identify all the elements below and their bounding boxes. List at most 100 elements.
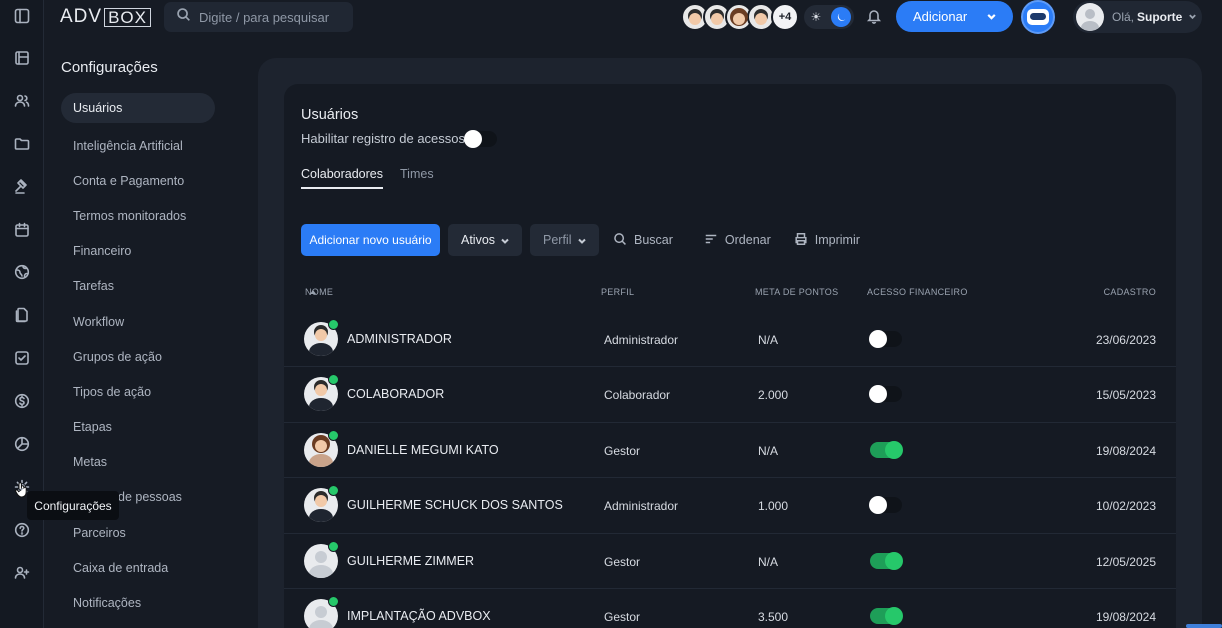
- menu-item-etapas[interactable]: Etapas: [61, 410, 215, 445]
- created-date-cell: 12/05/2025: [1095, 554, 1156, 569]
- finance-access-toggle[interactable]: [869, 496, 902, 515]
- theme-toggle[interactable]: ☀: [804, 5, 854, 29]
- add-user-icon[interactable]: [10, 561, 34, 585]
- calendar-icon[interactable]: [10, 218, 34, 242]
- profile-cell: Gestor: [604, 554, 641, 569]
- chevron-down-icon: [577, 235, 587, 249]
- search-box[interactable]: [164, 2, 353, 32]
- column-header-perfil[interactable]: PERFIL: [601, 287, 634, 297]
- printer-icon: [794, 232, 815, 249]
- menu-item-grupos[interactable]: Grupos de ação: [61, 339, 215, 374]
- add-button[interactable]: Adicionar: [896, 1, 1013, 32]
- column-header-acesso[interactable]: ACESSO FINANCEIRO: [867, 287, 968, 297]
- search-button-label: Buscar: [634, 233, 673, 247]
- menu-item-usuarios[interactable]: Usuários: [61, 93, 215, 123]
- user-name-cell[interactable]: ADMINISTRADOR: [347, 332, 452, 346]
- online-status-icon: [328, 485, 339, 497]
- status-select[interactable]: Ativos: [448, 224, 522, 256]
- online-status-icon: [328, 540, 339, 552]
- status-select-value: Ativos: [461, 233, 496, 247]
- user-name-cell[interactable]: GUILHERME ZIMMER: [347, 554, 474, 568]
- dashboard-icon[interactable]: [10, 46, 34, 70]
- user-name: Suporte: [1137, 10, 1183, 24]
- help-icon[interactable]: [10, 518, 34, 542]
- user-name-cell[interactable]: COLABORADOR: [347, 387, 444, 401]
- tab-colaboradores[interactable]: Colaboradores: [301, 167, 383, 189]
- online-status-icon: [328, 374, 339, 386]
- gavel-icon[interactable]: [10, 175, 34, 199]
- user-menu[interactable]: Olá, Suporte: [1073, 1, 1202, 33]
- chevron-down-icon: [986, 10, 996, 20]
- profile-select-value: Perfil: [543, 233, 572, 247]
- logo-left: ADV: [60, 6, 103, 27]
- folder-icon[interactable]: [10, 132, 34, 156]
- scrollbar[interactable]: [1186, 624, 1222, 628]
- bell-icon[interactable]: [866, 8, 884, 26]
- users-card: Usuários Habilitar registro de acessos C…: [284, 84, 1176, 628]
- table-row[interactable]: GUILHERME SCHUCK DOS SANTOS Administrador…: [284, 478, 1176, 534]
- finance-access-toggle[interactable]: [870, 440, 903, 459]
- settings-menu: Usuários Inteligência Artificial Conta e…: [61, 93, 215, 621]
- finance-access-toggle[interactable]: [869, 330, 902, 348]
- menu-item-caixa[interactable]: Caixa de entrada: [61, 550, 215, 585]
- menu-item-metas[interactable]: Metas: [61, 445, 215, 480]
- table-row[interactable]: GUILHERME ZIMMER Gestor N/A 12/05/2025: [284, 534, 1176, 589]
- menu-item-tipos[interactable]: Tipos de ação: [61, 374, 215, 409]
- table-header: NOME PERFIL META DE PONTOS ACESSO FINANC…: [284, 287, 1176, 301]
- menu-item-ia[interactable]: Inteligência Artificial: [61, 128, 215, 163]
- tab-times[interactable]: Times: [400, 167, 434, 189]
- table-row[interactable]: DANIELLE MEGUMI KATO Gestor N/A 19/08/2024: [284, 423, 1176, 479]
- goal-cell: N/A: [758, 443, 779, 458]
- team-avatars[interactable]: +4: [681, 3, 799, 31]
- menu-item-tarefas[interactable]: Tarefas: [61, 269, 215, 304]
- more-avatars-badge[interactable]: +4: [771, 3, 799, 31]
- created-date-cell: 10/02/2023: [1095, 499, 1156, 514]
- goal-cell: N/A: [758, 333, 779, 347]
- chevron-down-icon: [1188, 10, 1197, 24]
- chevron-down-icon: [500, 235, 510, 249]
- profile-cell: Colaborador: [604, 388, 671, 403]
- menu-item-termos[interactable]: Termos monitorados: [61, 198, 215, 233]
- add-user-button[interactable]: Adicionar novo usuário: [301, 224, 440, 256]
- created-date-cell: 19/08/2024: [1095, 610, 1156, 624]
- table-row[interactable]: IMPLANTAÇÃO ADVBOX Gestor 3.500 19/08/2024: [284, 589, 1176, 628]
- search-icon: [176, 7, 191, 27]
- menu-item-financeiro[interactable]: Financeiro: [61, 234, 215, 269]
- finance-access-toggle[interactable]: [870, 607, 903, 625]
- dollar-icon[interactable]: [10, 389, 34, 413]
- user-name-cell[interactable]: GUILHERME SCHUCK DOS SANTOS: [347, 498, 563, 512]
- contacts-icon[interactable]: [10, 89, 34, 113]
- column-header-nome[interactable]: NOME: [305, 287, 333, 297]
- menu-item-conta[interactable]: Conta e Pagamento: [61, 163, 215, 198]
- tasks-icon[interactable]: [10, 346, 34, 370]
- pie-chart-icon[interactable]: [10, 432, 34, 456]
- sort-button[interactable]: Ordenar: [704, 232, 771, 249]
- profile-cell: Administrador: [604, 333, 679, 347]
- finance-access-toggle[interactable]: [869, 385, 902, 404]
- profile-select[interactable]: Perfil: [530, 224, 599, 256]
- table-row[interactable]: COLABORADOR Colaborador 2.000 15/05/2023: [284, 367, 1176, 423]
- register-access-toggle[interactable]: [464, 130, 497, 148]
- search-button[interactable]: Buscar: [613, 232, 673, 249]
- menu-item-workflow[interactable]: Workflow: [61, 304, 215, 339]
- sun-icon: ☀: [810, 10, 822, 24]
- add-button-label: Adicionar: [913, 9, 968, 24]
- logo[interactable]: ADV BOX: [60, 6, 151, 28]
- print-button[interactable]: Imprimir: [794, 232, 860, 249]
- column-header-cadastro[interactable]: CADASTRO: [1104, 287, 1156, 297]
- search-icon: [613, 232, 634, 249]
- layout-icon[interactable]: [10, 4, 34, 28]
- column-header-meta[interactable]: META DE PONTOS: [755, 287, 838, 297]
- user-name-cell[interactable]: DANIELLE MEGUMI KATO: [347, 443, 499, 457]
- finance-access-toggle[interactable]: [870, 551, 903, 570]
- documents-icon[interactable]: [10, 303, 34, 327]
- menu-item-parceiros[interactable]: Parceiros: [61, 515, 215, 550]
- profile-cell: Administrador: [604, 499, 679, 514]
- table-row[interactable]: ADMINISTRADOR Administrador N/A 23/06/2023: [284, 312, 1176, 368]
- search-input[interactable]: [199, 9, 339, 25]
- user-name-cell[interactable]: IMPLANTAÇÃO ADVBOX: [347, 609, 491, 623]
- globe-icon[interactable]: [10, 260, 34, 284]
- icon-rail: [0, 0, 44, 628]
- menu-item-notificacoes[interactable]: Notificações: [61, 585, 215, 620]
- assistant-bot-icon[interactable]: [1021, 0, 1055, 34]
